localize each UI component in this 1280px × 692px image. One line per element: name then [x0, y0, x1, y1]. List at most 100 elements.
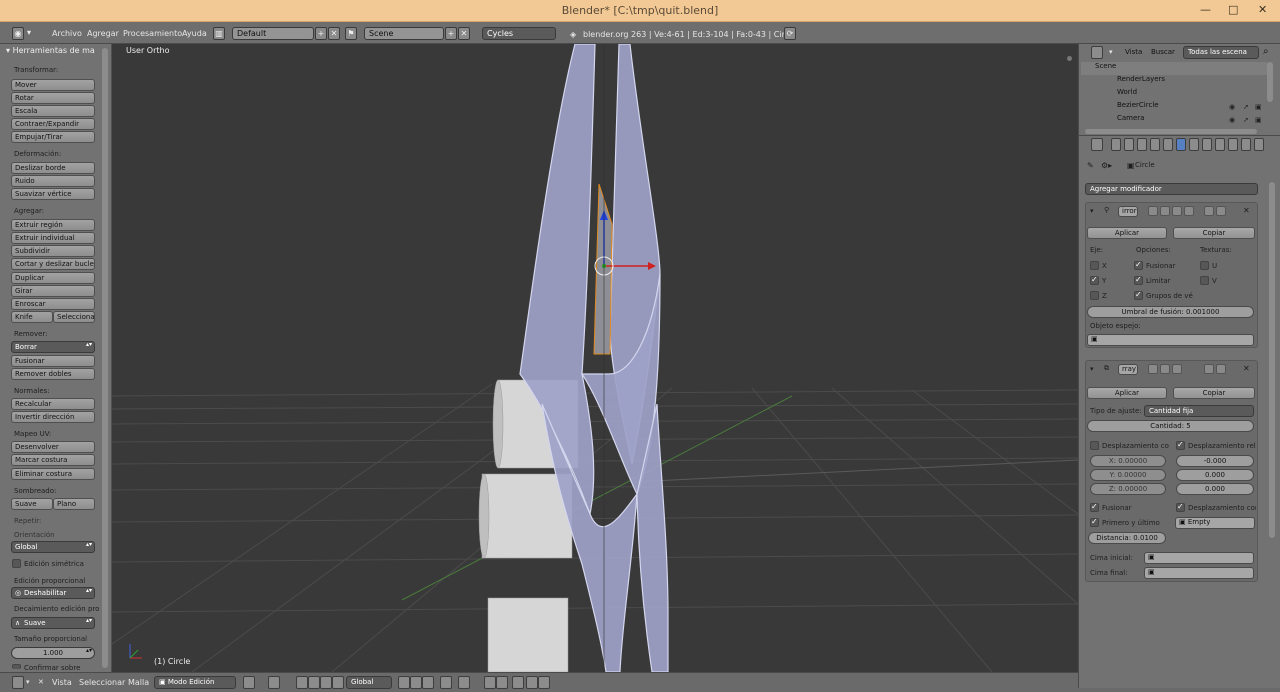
mirror-merge-checkbox[interactable] [1134, 260, 1143, 270]
menu-render[interactable]: Procesamiento [123, 29, 182, 38]
visibility-eye-icon[interactable]: ◉ [1229, 116, 1235, 124]
mirror-y-checkbox[interactable] [1090, 275, 1099, 285]
layer-buttons-icon[interactable] [512, 676, 524, 689]
scene-remove-icon[interactable]: ✕ [458, 27, 470, 40]
render-camera-icon[interactable]: ▣ [1255, 103, 1262, 111]
noise-button[interactable]: Ruido [11, 175, 95, 187]
menu-file[interactable]: Archivo [52, 29, 82, 38]
properties-scrollbar[interactable] [1269, 182, 1275, 538]
mirror-move-up-icon[interactable] [1204, 206, 1214, 216]
opengl-render-icon[interactable] [538, 676, 550, 689]
minimize-button[interactable]: — [1200, 3, 1211, 16]
relative-offset-checkbox[interactable] [1176, 440, 1185, 450]
data-tab-icon[interactable] [1189, 138, 1199, 151]
mirror-clipping-checkbox[interactable] [1134, 275, 1143, 285]
tool-shelf-scrollbar[interactable] [102, 48, 108, 668]
start-cap-field[interactable]: ▣ [1144, 552, 1254, 564]
mirror-copy-button[interactable]: Copiar [1173, 227, 1255, 239]
orientation-select[interactable]: Global [11, 541, 95, 553]
maximize-button[interactable]: □ [1228, 3, 1238, 16]
loop-cut-slide-button[interactable]: Cortar y deslizar bucle [11, 258, 95, 270]
mirror-v-checkbox[interactable] [1200, 276, 1209, 285]
vertex-select-icon[interactable] [398, 676, 410, 689]
smooth-shading-button[interactable]: Suave [11, 498, 53, 510]
occlude-geometry-icon[interactable] [440, 676, 452, 689]
layout-add-icon[interactable]: + [315, 27, 327, 40]
menu-view[interactable]: Vista [52, 678, 72, 687]
falloff-select[interactable]: ∧ Suave [11, 617, 95, 629]
face-select-icon[interactable] [422, 676, 434, 689]
array-apply-button[interactable]: Aplicar [1087, 387, 1167, 399]
array-editmode-icon[interactable] [1172, 364, 1182, 374]
const-offset-y-field[interactable]: Y: 0.00000 [1090, 469, 1166, 481]
scene-tab-icon[interactable] [1124, 138, 1134, 151]
array-move-up-icon[interactable] [1204, 364, 1214, 374]
prop-size-field[interactable]: 1.000 [11, 647, 95, 659]
first-last-checkbox[interactable] [1090, 517, 1099, 527]
end-cap-field[interactable]: ▣ [1144, 567, 1254, 579]
outliner-editor-icon[interactable] [1091, 46, 1103, 59]
visibility-eye-icon[interactable]: ◉ [1229, 103, 1235, 111]
outliner-hscroll[interactable] [1085, 129, 1257, 134]
collapse-menus-icon[interactable]: ▾ [25, 27, 33, 40]
extrude-individual-button[interactable]: Extruir individual [11, 232, 95, 244]
mirror-object-field[interactable]: ▣ [1087, 334, 1254, 346]
mirror-cage-icon[interactable] [1184, 206, 1194, 216]
array-name-field[interactable]: rray [1118, 364, 1138, 375]
outliner-search-icon[interactable]: ⌕ [1263, 46, 1269, 57]
push-pull-button[interactable]: Empujar/Tirar [11, 131, 95, 143]
layout-icon[interactable]: ▥ [213, 27, 225, 40]
layout-field[interactable]: Default [232, 27, 314, 40]
array-collapse-icon[interactable]: ▾ [1090, 365, 1094, 373]
render-layers-icon[interactable] [526, 676, 538, 689]
transform-orientation-select[interactable]: Global [346, 676, 392, 689]
properties-editor-icon[interactable] [1091, 138, 1103, 151]
array-copy-button[interactable]: Copiar [1173, 387, 1255, 399]
modifiers-tab-icon[interactable] [1176, 138, 1186, 151]
clear-seam-button[interactable]: Eliminar costura [11, 468, 95, 480]
collapse-menus-arrow-icon[interactable]: ▾ [26, 678, 30, 686]
rotate-manipulator-icon[interactable] [320, 676, 332, 689]
render-tab-icon[interactable] [1111, 138, 1121, 151]
render-preview-icon[interactable]: ⟳ [784, 27, 796, 40]
spin-button[interactable]: Girar [11, 285, 95, 297]
mirror-editmode-icon[interactable] [1172, 206, 1182, 216]
count-field[interactable]: Cantidad: 5 [1087, 420, 1254, 432]
mirror-viewport-eye-icon[interactable] [1160, 206, 1170, 216]
layout-remove-icon[interactable]: ✕ [328, 27, 340, 40]
fold-menus-icon[interactable]: ✕ [38, 678, 44, 686]
physics-extra-tab-icon[interactable] [1254, 138, 1264, 151]
3d-viewport[interactable]: User Ortho (1) Circle [112, 44, 1078, 672]
object-offset-checkbox[interactable] [1176, 502, 1185, 512]
extrude-region-button[interactable]: Extruir región [11, 219, 95, 231]
outliner-row-renderlayers[interactable]: RenderLayers [1081, 75, 1267, 88]
mirror-collapse-icon[interactable]: ▾ [1090, 207, 1094, 215]
pivot-point-icon[interactable] [268, 676, 280, 689]
mark-seam-button[interactable]: Marcar costura [11, 454, 95, 466]
outliner-row-beziercircle[interactable]: BezierCircle ◉ ➚ ▣ [1081, 101, 1267, 114]
add-modifier-select[interactable]: Agregar modificador [1085, 183, 1258, 195]
knife-button[interactable]: Knife [11, 311, 53, 323]
mirror-x-checkbox[interactable] [1090, 261, 1099, 270]
snap-toggle-icon[interactable] [484, 676, 496, 689]
const-offset-x-field[interactable]: X: 0.00000 [1090, 455, 1166, 467]
mirror-move-down-icon[interactable] [1216, 206, 1226, 216]
scene-field[interactable]: Scene [364, 27, 444, 40]
world-tab-icon[interactable] [1137, 138, 1147, 151]
outliner-menu-search[interactable]: Buscar [1151, 48, 1175, 56]
proportional-edit-icon[interactable] [458, 676, 470, 689]
scale-manipulator-icon[interactable] [332, 676, 344, 689]
scene-add-icon[interactable]: + [445, 27, 457, 40]
remove-doubles-button[interactable]: Remover dobles [11, 368, 95, 380]
outliner-row-scene[interactable]: Scene [1081, 62, 1267, 75]
rotate-button[interactable]: Rotar [11, 92, 95, 104]
material-tab-icon[interactable] [1202, 138, 1212, 151]
pin-icon[interactable]: ✎ [1087, 161, 1094, 170]
mirror-name-field[interactable]: irror [1118, 206, 1138, 217]
editor-type-icon[interactable]: ◉ [12, 27, 24, 40]
render-engine-select[interactable]: Cycles [482, 27, 556, 40]
scale-button[interactable]: Escala [11, 105, 95, 117]
constraints-tab-icon[interactable] [1163, 138, 1173, 151]
mirror-z-checkbox[interactable] [1090, 291, 1099, 300]
texture-tab-icon[interactable] [1215, 138, 1225, 151]
